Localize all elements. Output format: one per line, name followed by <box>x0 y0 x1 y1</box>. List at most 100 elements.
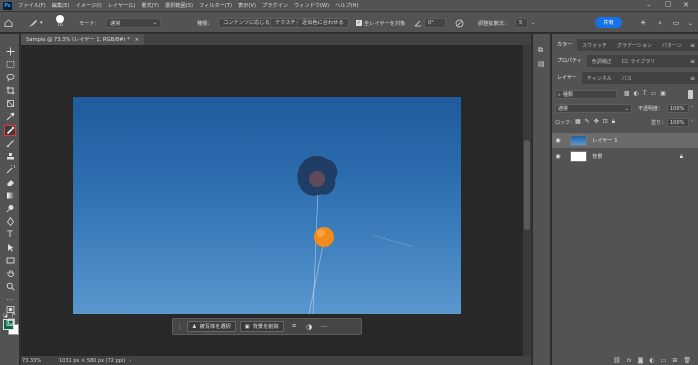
panel-menu-icon[interactable]: ≡ <box>690 75 695 82</box>
layer-filter-select[interactable]: ⌕ 種類 <box>555 90 617 99</box>
panel-tab[interactable]: グラデーション <box>612 42 657 49</box>
workspace-icon[interactable]: ▭ <box>673 18 680 28</box>
proximity-match-button[interactable]: 近似色に合わせる <box>297 18 349 28</box>
link-layers-icon[interactable]: ⛓ <box>613 357 621 364</box>
lock-all-icon[interactable]: 🔒︎ <box>612 118 615 126</box>
lock-transparent-icon[interactable]: ▦ <box>575 118 581 126</box>
new-layer-icon[interactable]: ⊞ <box>672 357 677 364</box>
move-tool-icon[interactable] <box>4 46 16 57</box>
zoom-tool-icon[interactable] <box>4 281 16 292</box>
menu-item[interactable]: イメージ(I) <box>76 2 102 9</box>
sample-all-layers-checkbox[interactable]: ✓ 全レイヤーを対象 <box>356 18 405 28</box>
quick-mask-icon[interactable] <box>4 304 16 315</box>
type-filter-icon[interactable]: T <box>643 90 647 97</box>
chevron-right-icon[interactable]: › <box>691 104 693 110</box>
layer-row-background[interactable]: ◉ 背景 🔒︎ <box>552 149 698 164</box>
pen-tool-icon[interactable] <box>4 216 16 227</box>
rectangle-tool-icon[interactable] <box>4 255 16 266</box>
search-icon[interactable]: ⌕ <box>658 18 662 28</box>
content-aware-button[interactable]: コンテンツに応じる <box>218 18 275 28</box>
blend-mode-select[interactable]: 通常 ⌄ <box>555 104 632 113</box>
fill-input[interactable]: 100% <box>667 118 689 127</box>
stamp-tool-icon[interactable] <box>4 151 16 162</box>
adjustment-layer-icon[interactable]: ◐ <box>649 357 654 364</box>
panel-menu-icon[interactable]: ≡ <box>690 58 695 65</box>
lock-artboard-icon[interactable]: ⊡ <box>603 118 608 126</box>
menu-item[interactable]: 選択範囲(S) <box>165 2 193 9</box>
chevron-right-icon[interactable]: › <box>129 358 131 364</box>
select-subject-button[interactable]: ♟ 被写体を選択 <box>187 321 236 332</box>
history-brush-tool-icon[interactable] <box>4 164 16 175</box>
menu-item[interactable]: プラグイン <box>262 2 288 9</box>
visibility-eye-icon[interactable]: ◉ <box>552 137 564 144</box>
drag-handle-icon[interactable]: ⋮ <box>176 323 183 331</box>
spot-healing-brush-tool-icon[interactable] <box>4 125 16 136</box>
learn-icon[interactable]: ☀ <box>640 18 646 28</box>
close-icon[interactable]: ✕ <box>683 1 689 9</box>
marquee-tool-icon[interactable] <box>4 59 16 70</box>
diffusion-input[interactable]: 5 <box>515 18 528 28</box>
mode-select[interactable]: 通常 ⌄ <box>106 18 161 28</box>
filter-toggle-switch[interactable] <box>688 90 693 99</box>
maximize-icon[interactable]: ▢ <box>665 0 672 8</box>
panel-tab[interactable]: プロパティ <box>552 55 587 67</box>
menu-item[interactable]: 書式(Y) <box>141 2 159 9</box>
panel-tab[interactable]: レイヤー <box>552 72 582 84</box>
document-tab[interactable]: Sample @ 73.3% (レイヤー 1, RGB/8#) * × <box>21 34 145 45</box>
adjustment-filter-icon[interactable]: ◐ <box>634 90 639 97</box>
crop-tool-icon[interactable] <box>4 85 16 96</box>
shape-filter-icon[interactable]: ▭ <box>651 90 657 97</box>
document-canvas[interactable] <box>73 97 461 314</box>
eraser-tool-icon[interactable] <box>4 177 16 188</box>
chevron-right-icon[interactable]: › <box>691 118 693 124</box>
comments-panel-icon[interactable]: ▤ <box>538 60 545 68</box>
layer-row-layer1[interactable]: ◉ レイヤー 1 <box>552 133 698 148</box>
menu-item[interactable]: フィルター(T) <box>199 2 232 9</box>
minimize-icon[interactable]: – <box>647 1 651 9</box>
visibility-eye-icon[interactable]: ◉ <box>552 153 564 160</box>
path-selection-tool-icon[interactable] <box>4 242 16 253</box>
panel-tab[interactable]: スウォッチ <box>577 42 612 49</box>
panel-tab[interactable]: パターン <box>657 42 687 49</box>
eyedropper-tool-icon[interactable] <box>4 111 16 122</box>
frame-tool-icon[interactable] <box>4 98 16 109</box>
lock-position-icon[interactable]: ✥ <box>594 118 599 126</box>
panel-tab[interactable]: チャンネル <box>582 75 617 82</box>
lasso-tool-icon[interactable] <box>4 72 16 83</box>
screen-mode-icon[interactable] <box>4 317 16 328</box>
menu-item[interactable]: 編集(E) <box>52 2 70 9</box>
menu-item[interactable]: ヘルプ(H) <box>335 2 359 9</box>
opacity-input[interactable]: 100% <box>667 104 689 113</box>
brush-tool-icon[interactable] <box>4 138 16 149</box>
panel-menu-icon[interactable]: ≡ <box>690 42 695 49</box>
zoom-level[interactable]: 73.33% <box>22 358 54 364</box>
dodge-tool-icon[interactable] <box>4 203 16 214</box>
share-button[interactable]: 共有 <box>595 17 622 28</box>
pixel-filter-icon[interactable]: ▩ <box>624 90 630 97</box>
close-tab-icon[interactable]: × <box>135 37 139 43</box>
gradient-tool-icon[interactable] <box>4 190 16 201</box>
chevron-down-icon[interactable]: ⌄ <box>688 18 693 28</box>
smart-object-filter-icon[interactable]: ▣ <box>660 90 666 97</box>
more-options-icon[interactable]: ··· <box>320 322 329 331</box>
panel-tab[interactable]: CC ライブラリ <box>617 58 661 65</box>
chevron-down-icon[interactable]: ⌄ <box>531 18 535 28</box>
type-tool-icon[interactable]: T <box>4 229 16 240</box>
menu-item[interactable]: 表示(V) <box>238 2 256 9</box>
brush-size-picker[interactable]: 16 <box>56 15 64 31</box>
menu-item[interactable]: ファイル(F) <box>18 2 46 9</box>
home-icon[interactable] <box>4 18 13 28</box>
panel-tab[interactable]: 色調補正 <box>587 58 617 65</box>
tool-preset-picker[interactable]: ▾ <box>28 18 43 28</box>
panel-tab[interactable]: カラー <box>552 39 578 51</box>
panel-tab[interactable]: パス <box>617 75 637 82</box>
history-panel-icon[interactable]: ⧉ <box>538 46 543 55</box>
hand-tool-icon[interactable] <box>4 268 16 279</box>
new-group-icon[interactable]: ▭ <box>661 357 667 364</box>
layer-style-icon[interactable]: fx <box>627 358 632 364</box>
menu-item[interactable]: レイヤー(L) <box>108 2 136 9</box>
add-mask-icon[interactable]: ◙ <box>638 357 644 364</box>
remove-background-button[interactable]: ▣ 背景を削除 <box>239 321 284 332</box>
crop-icon[interactable]: ⌗ <box>290 322 299 331</box>
pressure-size-icon[interactable] <box>455 18 464 28</box>
